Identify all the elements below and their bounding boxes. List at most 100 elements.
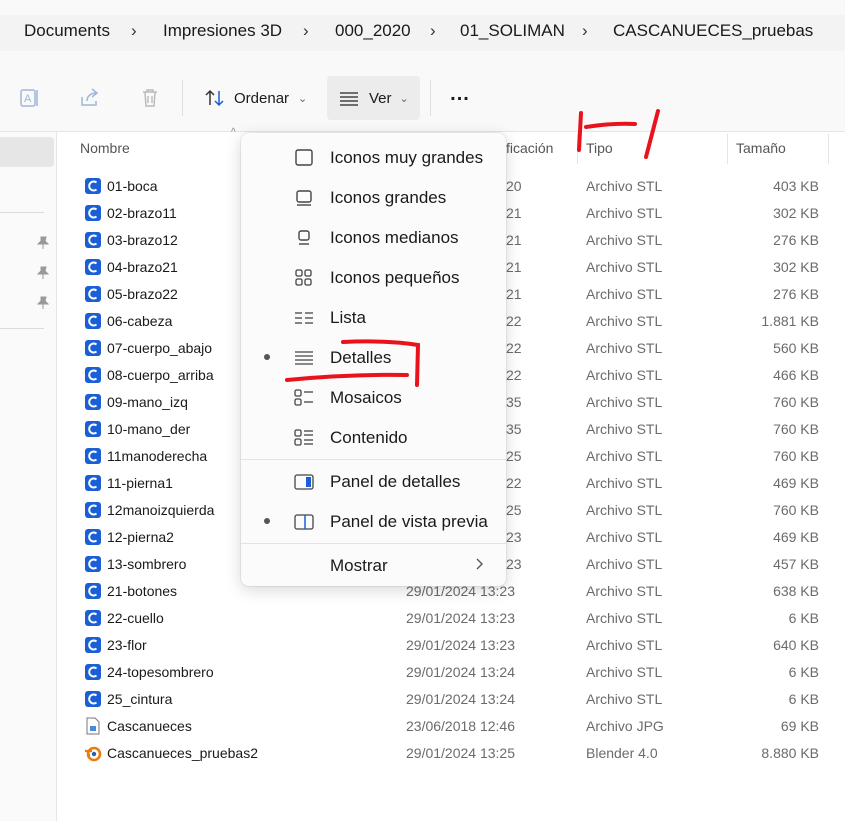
column-header-type[interactable]: Tipo	[586, 140, 613, 156]
file-date: 23	[506, 529, 522, 545]
menu-item-small-icons[interactable]: Iconos pequeños	[241, 257, 506, 297]
file-name: 13-sombrero	[107, 556, 187, 572]
menu-item-label: Iconos pequeños	[330, 268, 460, 287]
file-date: 20	[506, 178, 522, 194]
selected-bullet-icon	[264, 354, 270, 360]
stl-icon	[84, 501, 102, 519]
file-size: 466 KB	[773, 367, 819, 383]
file-size: 760 KB	[773, 394, 819, 410]
column-separator[interactable]	[577, 134, 578, 164]
column-header-size[interactable]: Tamaño	[736, 140, 786, 156]
file-date: 29/01/2024 13:25	[406, 745, 515, 761]
menu-item-label: Iconos medianos	[330, 228, 459, 247]
file-date: 29/01/2024 13:23	[406, 610, 515, 626]
file-date: 25	[506, 502, 522, 518]
rename-icon[interactable]: A	[18, 86, 42, 110]
share-icon[interactable]	[78, 86, 102, 110]
breadcrumb-item-soliman[interactable]: 01_SOLIMAN	[460, 21, 565, 41]
menu-item-details[interactable]: Detalles	[241, 337, 506, 377]
chevron-right-icon: ›	[131, 21, 137, 40]
view-button[interactable]: Ver ⌄	[327, 76, 420, 120]
menu-item-preview-pane[interactable]: Panel de vista previa	[241, 501, 506, 541]
file-row[interactable]: 25_cintura 29/01/2024 13:24 Archivo STL 6 K…	[58, 686, 845, 713]
toolbar-divider	[430, 80, 431, 116]
selected-bullet-icon	[264, 518, 270, 524]
file-name: 21-botones	[107, 583, 178, 599]
file-type: Archivo STL	[586, 232, 663, 248]
column-separator[interactable]	[828, 134, 829, 164]
file-type: Archivo STL	[586, 448, 663, 464]
file-date: 29/01/2024 13:23	[406, 637, 515, 653]
navigation-pane	[0, 132, 57, 821]
menu-item-label: Panel de vista previa	[330, 512, 488, 531]
file-type: Archivo STL	[586, 421, 663, 437]
breadcrumb-item-documents[interactable]: Documents	[24, 21, 110, 41]
column-header-modified[interactable]: ficación	[506, 140, 553, 156]
breadcrumb-item-current[interactable]: CASCANUECES_pruebas	[613, 21, 813, 41]
delete-icon[interactable]	[138, 86, 162, 110]
blender-icon	[84, 744, 102, 762]
file-size: 6 KB	[788, 664, 819, 680]
file-row[interactable]: 24-topesombrero 29/01/2024 13:24 Archivo S…	[58, 659, 845, 686]
view-icon	[340, 92, 358, 106]
extra-large-icons-icon	[295, 149, 313, 166]
menu-item-list[interactable]: Lista	[241, 297, 506, 337]
nav-selected-item[interactable]	[0, 137, 54, 167]
file-row[interactable]: 23-flor 29/01/2024 13:23 Archivo STL 640 KB	[58, 632, 845, 659]
menu-item-large-icons[interactable]: Iconos grandes	[241, 177, 506, 217]
column-header-name[interactable]: Nombre	[80, 140, 130, 156]
file-type: Archivo STL	[586, 502, 663, 518]
menu-item-show[interactable]: Mostrar	[241, 545, 506, 585]
file-name: 25_cintura	[107, 691, 173, 707]
file-date: 22	[506, 313, 522, 329]
sort-button[interactable]: Ordenar ⌄	[196, 76, 314, 120]
large-icons-icon	[296, 190, 312, 206]
file-date: 25	[506, 448, 522, 464]
sort-label: Ordenar	[234, 89, 290, 107]
stl-icon	[84, 447, 102, 465]
file-type: Archivo STL	[586, 583, 663, 599]
view-label: Ver	[369, 89, 392, 107]
sort-up-icon: ^	[231, 127, 236, 138]
menu-item-label: Iconos muy grandes	[330, 148, 484, 167]
stl-icon	[84, 636, 102, 654]
file-size: 6 KB	[788, 691, 819, 707]
file-name: 22-cuello	[107, 610, 164, 626]
file-date: 22	[506, 367, 522, 383]
stl-icon	[84, 420, 102, 438]
stl-icon	[84, 312, 102, 330]
menu-item-extra-large-icons[interactable]: Iconos muy grandes	[241, 137, 506, 177]
stl-icon	[84, 555, 102, 573]
file-name: 10-mano_der	[107, 421, 191, 437]
menu-item-medium-icons[interactable]: Iconos medianos	[241, 217, 506, 257]
file-size: 760 KB	[773, 448, 819, 464]
file-row[interactable]: 22-cuello 29/01/2024 13:23 Archivo STL 6 KB	[58, 605, 845, 632]
file-type: Archivo STL	[586, 475, 663, 491]
file-type: Archivo STL	[586, 259, 663, 275]
file-type: Archivo STL	[586, 664, 663, 680]
pin-icon[interactable]	[36, 266, 50, 280]
menu-item-label: Iconos grandes	[330, 188, 447, 207]
pin-icon[interactable]	[36, 296, 50, 310]
menu-item-details-pane[interactable]: Panel de detalles	[241, 461, 506, 501]
file-date: 35	[506, 394, 522, 410]
file-type: Archivo STL	[586, 556, 663, 572]
file-type: Archivo STL	[586, 637, 663, 653]
more-options-button[interactable]: ...	[442, 76, 478, 120]
stl-icon	[84, 204, 102, 222]
nav-divider	[0, 328, 44, 329]
file-name: 01-boca	[107, 178, 158, 194]
stl-icon	[84, 339, 102, 357]
chevron-right-icon: ›	[430, 21, 436, 40]
breadcrumb-item-impresiones[interactable]: Impresiones 3D	[163, 21, 282, 41]
breadcrumb-item-2020[interactable]: 000_2020	[335, 21, 411, 41]
file-row[interactable]: Cascanueces 23/06/2018 12:46 Archivo JPG 69…	[58, 713, 845, 740]
file-row[interactable]: Cascanueces_pruebas2 29/01/2024 13:25 Blen…	[58, 740, 845, 767]
column-separator[interactable]	[727, 134, 728, 164]
pin-icon[interactable]	[36, 236, 50, 250]
stl-icon	[84, 366, 102, 384]
sort-icon	[205, 89, 224, 107]
stl-icon	[84, 258, 102, 276]
menu-item-tiles[interactable]: Mosaicos	[241, 377, 506, 417]
menu-item-content[interactable]: Contenido	[241, 417, 506, 457]
